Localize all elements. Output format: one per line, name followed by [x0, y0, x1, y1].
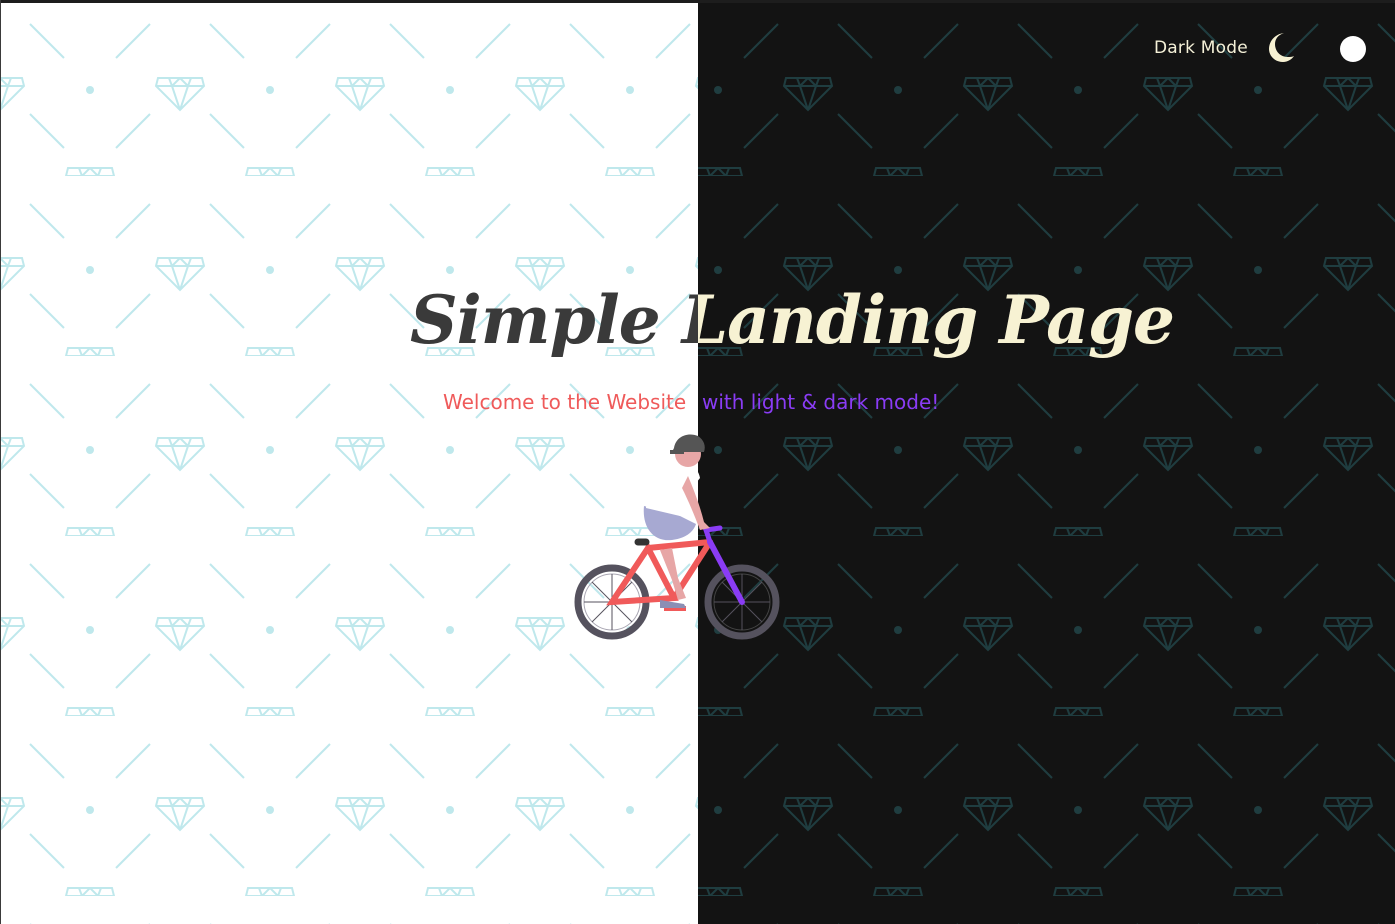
subtitle-dark: with light & dark mode! — [702, 390, 940, 414]
cyclist-illustration — [574, 434, 780, 640]
mode-toggle-knob[interactable] — [1340, 36, 1366, 62]
subtitle-light: Welcome to the Website — [443, 390, 687, 414]
crescent-moon-icon[interactable] — [1264, 30, 1298, 64]
dark-panel — [698, 0, 1395, 924]
window-top-border — [0, 0, 1395, 3]
rider — [643, 434, 710, 608]
page-title-dark: Simple Landing Page — [698, 281, 1175, 359]
diamond-pattern-dark — [698, 0, 1395, 924]
window-left-border — [0, 0, 1, 924]
hero-title-dark: Simple Landing Page — [698, 270, 1395, 370]
dark-mode-label: Dark Mode — [1154, 38, 1248, 58]
